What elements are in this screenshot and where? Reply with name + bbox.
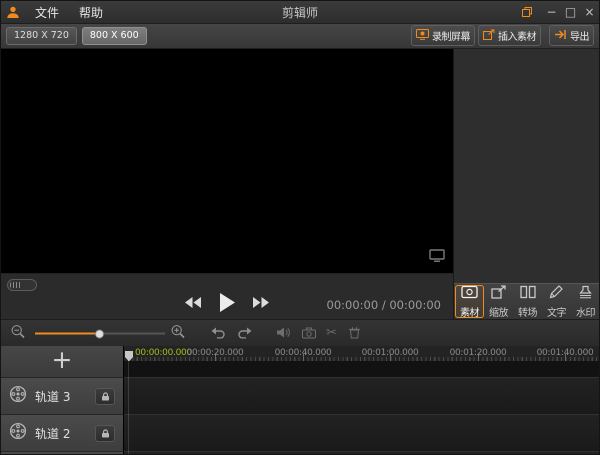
pencil-icon [549,284,564,303]
tab-media-label: 素材 [460,304,479,319]
timeline: + 轨道 3 轨道 2 [1,346,599,454]
export-button[interactable]: 导出 [549,25,594,46]
tab-media[interactable]: 素材 [455,285,484,318]
undo-button[interactable] [211,324,226,343]
right-panel: 素材 缩放 转场 文字 [453,49,600,319]
ruler-label: 00:01:20.000 [450,348,507,358]
toolbar-actions: 录制屏幕 插入素材 导出 [408,25,594,46]
close-button[interactable]: × [580,1,599,23]
window-title: 剪辑师 [151,4,449,21]
delete-button[interactable] [349,324,360,343]
tab-watermark-label: 水印 [576,304,595,319]
theme-button[interactable] [516,1,538,23]
plus-icon: + [52,350,73,370]
window-controls: − □ × [516,1,599,23]
menu-item-file[interactable]: 文件 [25,1,69,23]
playback-controls-bar: 00:00:00 / 00:00:00 [1,273,453,320]
ruler-label: 00:00:40.000 [275,348,332,358]
tab-scale[interactable]: 缩放 [484,285,513,318]
ruler-label: 00:00:20.000 [187,348,244,358]
insert-media-label: 插入素材 [498,28,536,43]
resolution-button-800x600[interactable]: 800 X 600 [82,27,147,45]
snapshot-button[interactable] [302,324,316,343]
record-screen-button[interactable]: 录制屏幕 [411,25,475,46]
track-label: 轨道 3 [35,388,87,405]
tab-text[interactable]: 文字 [542,285,571,318]
stamp-icon [578,284,593,303]
tab-text-label: 文字 [547,304,566,319]
zoom-in-button[interactable] [171,324,185,343]
slider-fill [35,333,99,335]
add-track-button[interactable]: + [1,346,123,378]
play-button[interactable] [219,293,235,312]
time-display: 00:00:00 / 00:00:00 [327,298,441,312]
timeline-zoom-slider[interactable] [35,329,165,338]
timeline-track-lane-2[interactable] [124,414,599,452]
media-icon [461,284,478,303]
record-screen-icon [416,29,429,43]
resolution-button-1280x720[interactable]: 1280 X 720 [6,27,77,45]
menu-item-help[interactable]: 帮助 [69,1,113,23]
ruler-label: 00:01:40.000 [537,348,594,358]
minimize-button[interactable]: − [542,1,561,23]
timeline-tracks-area[interactable] [124,361,599,454]
timeline-ruler[interactable]: 00:00:00.000 00:00:20.000 00:00:40.000 0… [124,346,599,362]
track-row-3[interactable]: 轨道 3 [1,378,123,415]
media-library-area[interactable] [454,49,600,283]
export-label: 导出 [570,28,589,43]
user-avatar-icon[interactable] [1,1,25,23]
maximize-button[interactable]: □ [561,1,580,23]
tab-watermark[interactable]: 水印 [571,285,600,318]
panel-tabs: 素材 缩放 转场 文字 [454,283,600,319]
theme-icon [521,3,533,22]
record-screen-label: 录制屏幕 [432,28,470,43]
transition-icon [520,284,536,303]
redo-button[interactable] [237,324,252,343]
timeline-track-header: + 轨道 3 轨道 2 [1,346,124,454]
ruler-current-time: 00:00:00.000 [135,348,192,358]
export-icon [554,29,567,43]
insert-media-icon [483,29,495,43]
playhead-line [128,361,129,454]
timeline-track-lane-partial[interactable] [124,451,599,455]
timeline-toolbar: ✂ [1,319,599,346]
mute-button[interactable] [277,324,291,343]
slider-handle[interactable] [95,329,104,338]
film-reel-icon [9,385,27,407]
fit-screen-icon[interactable] [429,247,445,266]
zoom-out-button[interactable] [11,324,25,343]
scale-icon [491,284,507,303]
video-preview [1,49,453,273]
lock-track-button[interactable] [95,388,115,405]
rewind-button[interactable] [185,297,201,308]
track-label: 轨道 2 [35,425,87,442]
insert-media-button[interactable]: 插入素材 [478,25,541,46]
track-row-2[interactable]: 轨道 2 [1,415,123,452]
lock-track-button[interactable] [95,425,115,442]
ruler-label: 00:01:00.000 [362,348,419,358]
toolbar: 1280 X 720 800 X 600 录制屏幕 插入素材 导出 [1,23,599,49]
tab-scale-label: 缩放 [489,304,508,319]
timeline-track-lane-3[interactable] [124,377,599,415]
forward-button[interactable] [253,297,269,308]
cut-button[interactable]: ✂ [326,327,337,340]
film-reel-icon [9,422,27,444]
tab-transition[interactable]: 转场 [513,285,542,318]
playhead-marker[interactable] [125,347,133,362]
app-window: 文件 帮助 剪辑师 − □ × 1280 X 720 800 X 600 录制屏… [0,0,600,455]
tab-transition-label: 转场 [518,304,537,319]
titlebar: 文件 帮助 剪辑师 − □ × [1,1,599,24]
